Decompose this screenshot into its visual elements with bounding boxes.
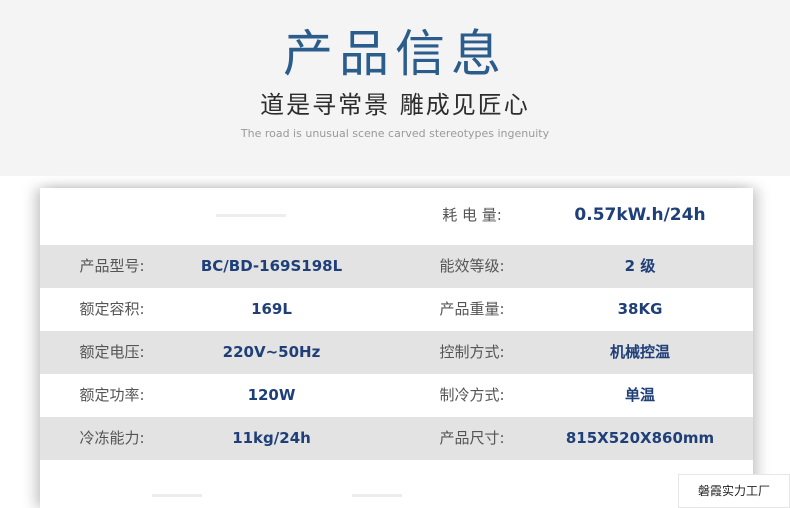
spec-row: 耗 电 量: 0.57kW.h/24h: [40, 194, 753, 237]
spec-value: 单温: [624, 386, 655, 404]
spec-row: 冷冻能力: 11kg/24h 产品尺寸: 815X520X860mm: [40, 417, 753, 460]
page-subtitle-english: The road is unusual scene carved stereot…: [240, 127, 550, 140]
page-title: 产品信息: [283, 25, 507, 83]
spec-row: 额定功率: 120W 制冷方式: 单温: [40, 374, 753, 417]
spec-label: 产品型号:: [79, 257, 145, 275]
spec-value: 机械控温: [609, 343, 670, 361]
spec-label: 额定电压:: [79, 343, 145, 361]
spec-label: 控制方式:: [439, 343, 505, 361]
faded-text-remnant: [352, 494, 402, 497]
spec-label: 冷冻能力:: [79, 429, 145, 447]
spec-label: 额定容积:: [79, 300, 145, 318]
spec-label: 能效等级:: [439, 257, 505, 275]
spec-label: 制冷方式:: [439, 386, 505, 404]
watermark-badge: 磐霞实力工厂: [678, 474, 790, 508]
spec-table: 耗 电 量: 0.57kW.h/24h 产品型号: BC/BD-169S198L…: [40, 188, 753, 508]
spec-value: [184, 194, 359, 237]
spec-row: 额定容积: 169L 产品重量: 38KG: [40, 288, 753, 331]
spec-row: 产品型号: BC/BD-169S198L 能效等级: 2 级: [40, 245, 753, 288]
spec-value: 169L: [251, 300, 292, 318]
spec-value: 120W: [247, 386, 296, 404]
spec-value: 38KG: [617, 300, 663, 318]
spec-value: BC/BD-169S198L: [200, 257, 343, 275]
page-subtitle: 道是寻常景 雕成见匠心: [260, 91, 530, 119]
spec-label: 产品尺寸:: [439, 429, 505, 447]
spec-label: 耗 电 量:: [442, 206, 502, 224]
spec-row: 额定电压: 220V~50Hz 控制方式: 机械控温: [40, 331, 753, 374]
spec-section: 耗 电 量: 0.57kW.h/24h 产品型号: BC/BD-169S198L…: [0, 176, 790, 508]
spec-value: 815X520X860mm: [565, 429, 715, 447]
spec-label: 产品重量:: [439, 300, 505, 318]
spec-value: 2 级: [624, 257, 656, 275]
spec-value: 11kg/24h: [232, 429, 311, 447]
spec-value: 0.57kW.h/24h: [574, 205, 706, 225]
spec-label: [40, 194, 184, 237]
faded-text-remnant: [152, 494, 202, 497]
spec-value: 220V~50Hz: [222, 343, 321, 361]
spec-label: 额定功率:: [79, 386, 145, 404]
header: 产品信息 道是寻常景 雕成见匠心 The road is unusual sce…: [0, 0, 790, 176]
